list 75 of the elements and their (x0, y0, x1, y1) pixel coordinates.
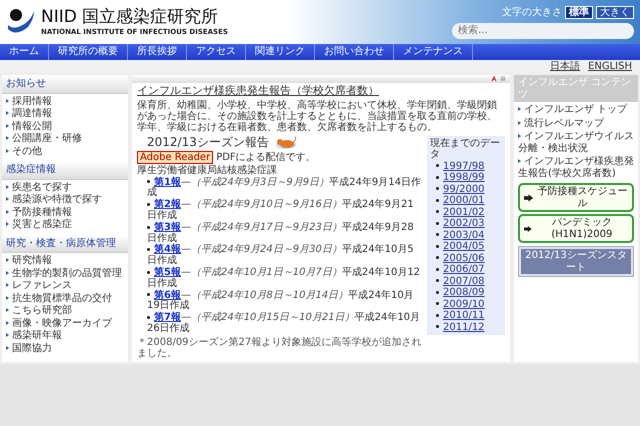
year-link[interactable]: 2004/05 (436, 241, 502, 253)
sidebar-link[interactable]: 抗生物質標準品の交付 (6, 292, 124, 304)
sidebar-link[interactable]: インフルエンザ トップ (518, 104, 634, 116)
sidebar-link[interactable]: 採用情報 (6, 96, 124, 107)
link-button[interactable]: パンデミック(H1N1)2009 (518, 214, 634, 243)
year-link[interactable]: 2000/01 (436, 195, 502, 207)
font-size-button[interactable]: 大きく (596, 6, 634, 19)
year-link[interactable]: 2011/12 (436, 322, 502, 334)
year-link[interactable]: 2008/09 (436, 287, 502, 299)
sidebar-link[interactable]: インフルエンザ様疾患発生報告(学校欠席者数) (518, 156, 634, 179)
logo-title: NIID 国立感染症研究所 (41, 8, 220, 28)
archive-heading: 現在までのデータ (430, 138, 501, 161)
year-link[interactable]: 1998/99 (436, 172, 502, 184)
cat-drawing (274, 136, 297, 150)
report-link[interactable]: 第4報 (154, 244, 181, 256)
font-size-button[interactable]: 標準 (565, 6, 593, 19)
sidebar-link[interactable]: 疾患名で探す (6, 182, 124, 193)
sidebar-link[interactable]: 情報公開 (6, 120, 124, 132)
pdf-icon[interactable] (491, 76, 497, 82)
report-link[interactable]: 第5報 (154, 267, 181, 278)
report-link[interactable]: 第3報 (154, 222, 181, 233)
year-link[interactable]: 1997/98 (436, 160, 502, 172)
sidebar-link[interactable]: 画像・映像アーカイブ (6, 318, 124, 329)
report-link[interactable]: 第6報 (154, 290, 181, 301)
year-link[interactable]: 2010/11 (436, 310, 502, 322)
sidebar-link[interactable]: 生物学的製剤の品質管理 (6, 268, 124, 279)
report-item: 第2報—（平成24年9月10日～9月16日）平成24年9月21日作成 (147, 200, 423, 222)
sidebar-link[interactable]: レファレンス (6, 280, 124, 292)
year-link[interactable]: 2005/06 (436, 252, 502, 264)
search-field[interactable]: 検索... (452, 23, 634, 38)
sidebar-link[interactable]: 予防接種情報 (6, 206, 124, 218)
season-banner[interactable]: 2012/13シーズンスタート (518, 246, 634, 277)
sidebar-heading: 感染症情報 (2, 161, 128, 180)
report-link[interactable]: 第1報 (154, 176, 181, 188)
report-item: 第7報—（平成24年10月15日～10月21日）平成24年10月26日作成 (147, 313, 423, 335)
sidebar-heading: 研究・検査・病原体管理 (2, 234, 128, 253)
year-link[interactable]: 2002/03 (436, 218, 502, 230)
season-title: 2012/13シーズン報告 (147, 136, 269, 150)
page-title: インフルエンザ様疾患発生報告（学校欠席者数） (137, 85, 380, 98)
year-link[interactable]: 2003/04 (436, 230, 502, 242)
report-item: 第5報—（平成24年10月1日～10月7日）平成24年10月12日作成 (147, 268, 423, 290)
sidebar-link[interactable]: 公開講座・研修 (6, 133, 124, 144)
sidebar-heading: お知らせ (2, 75, 128, 94)
sidebar-link[interactable]: 感染研年報 (6, 330, 124, 342)
sidebar-link[interactable]: 流行レベルマップ (518, 118, 634, 129)
report-item: 第1報—（平成24年9月3日～9月9日）平成24年9月14日作成 (147, 178, 423, 200)
report-item: 第3報—（平成24年9月17日～9月23日）平成24年9月28日作成 (147, 222, 423, 244)
year-link[interactable]: 2007/08 (436, 276, 502, 288)
sidebar-link[interactable]: インフルエンザウイルス分離・検出状況 (518, 131, 634, 154)
sidebar-link[interactable]: こちら研究部 (6, 305, 124, 316)
link-button[interactable]: 予防接種スケジュール (518, 183, 634, 212)
sidebar-link[interactable]: 調達情報 (6, 108, 124, 120)
sidebar-link[interactable]: 感染源や特徴で探す (6, 194, 124, 206)
language-link[interactable]: 日本語 (550, 60, 580, 72)
report-item: 第6報—（平成24年10月8日～10月14日）平成24年10月19日作成 (147, 290, 423, 312)
sidebar-link[interactable]: その他 (6, 146, 124, 157)
year-link[interactable]: 2009/10 (436, 298, 502, 310)
year-link[interactable]: 99/2000 (436, 184, 502, 196)
source-text: 厚生労働省健康局結核感染症課 (137, 165, 278, 176)
pdf-note: PDFによる配信です。 (216, 152, 316, 164)
language-link[interactable]: ENGLISH (588, 60, 632, 72)
year-link[interactable]: 2001/02 (436, 206, 502, 218)
sidebar-link[interactable]: 国際協力 (6, 342, 124, 354)
report-item: 第4報—（平成24年9月24日～9月30日）平成24年10月5日作成 (147, 245, 423, 268)
report-link[interactable]: 第7報 (154, 312, 181, 324)
arrow-icon (524, 194, 534, 202)
arrow-icon (524, 224, 532, 232)
font-size-label: 文字の大きさ (502, 6, 562, 18)
sidebar-link[interactable]: 研究情報 (6, 255, 124, 266)
description-text: 保育所、幼稚園、小学校、中学校、高等学校において休校、学年閉鎖、学級閉鎖があった場合に、その施設数を計上するとともに、当該措置を取る直前の学校、学年、学級における在籍者数、患者数、欠席者数を計上するもの。 (137, 100, 498, 133)
report-link[interactable]: 第2報 (154, 199, 181, 210)
year-link[interactable]: 2006/07 (436, 264, 502, 276)
sidebar-link[interactable]: 災害と感染症 (6, 219, 124, 230)
footnote: ＊2008/09シーズン第27報より対象施設に高等学校が追加されました。 (137, 336, 422, 360)
adobe-reader-badge[interactable]: Adobe Reader (137, 150, 214, 164)
